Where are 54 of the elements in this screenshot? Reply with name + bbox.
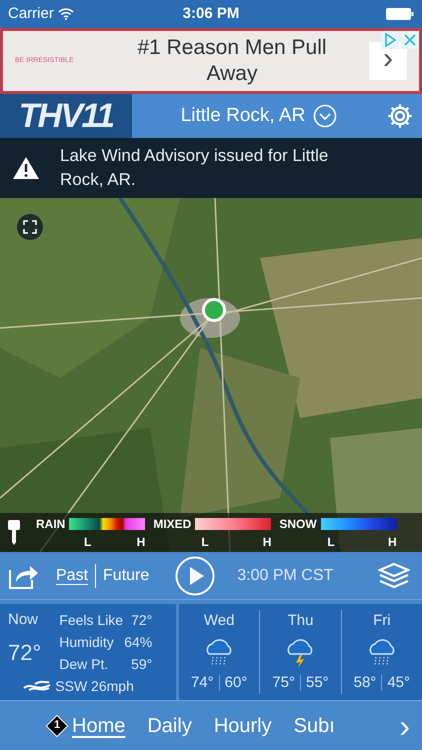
wifi-icon <box>58 8 74 20</box>
location-selector[interactable]: Little Rock, AR <box>132 102 386 130</box>
chevron-down-icon <box>313 104 338 128</box>
detail-label: Feels Like <box>59 611 124 630</box>
legend-label: RAIN <box>36 516 66 532</box>
expand-icon[interactable] <box>17 214 43 240</box>
wind-speed: SSW 26mph <box>55 677 134 696</box>
high-temp: 58° <box>354 672 376 692</box>
nav-tab[interactable]: Hourly <box>214 710 272 740</box>
day-label: Fri <box>373 611 391 631</box>
battery-icon <box>386 8 414 20</box>
ad-headline: #1 Reason Men Pull Away <box>136 35 328 87</box>
logo: THV11 <box>0 94 132 138</box>
mode-tab[interactable]: Future <box>103 564 150 588</box>
low-label: L <box>327 534 335 550</box>
now-label: Now <box>8 610 40 630</box>
frame-time: 3:00 PM CST <box>237 566 334 586</box>
detail-value: 64% <box>124 633 152 652</box>
low-label: L <box>201 534 209 550</box>
current-temp: 72° <box>8 638 42 666</box>
warning-icon <box>12 156 40 180</box>
low-label: L <box>84 534 92 550</box>
low-temp: 45° <box>387 672 410 692</box>
mode-tab[interactable]: Past <box>56 564 88 588</box>
high-temp: 75° <box>272 672 295 692</box>
legend-label: SNOW <box>279 516 317 532</box>
ad-choices-icon[interactable] <box>381 31 399 49</box>
legend-label: MIXED <box>153 516 192 532</box>
high-label: H <box>388 534 397 550</box>
high-label: H <box>136 534 146 550</box>
notification-badge: 1 <box>46 714 68 736</box>
low-temp: 60° <box>224 672 248 692</box>
high-temp: 74° <box>190 672 214 692</box>
nav-tab[interactable]: Daily <box>147 710 192 740</box>
day-label: Wed <box>204 611 234 631</box>
play-icon[interactable] <box>175 556 216 596</box>
carrier-label: Carrier <box>8 4 54 24</box>
detail-label: Humidity <box>59 633 114 652</box>
nav-tab[interactable]: Home <box>72 710 126 740</box>
detail-label: Dew Pt. <box>59 655 108 674</box>
detail-value: 59° <box>131 655 152 674</box>
close-icon[interactable] <box>401 31 419 49</box>
layers-icon[interactable] <box>378 562 410 590</box>
day-label: Thu <box>288 611 314 631</box>
settings-icon[interactable] <box>386 102 414 130</box>
low-temp: 55° <box>306 672 329 692</box>
nav-tab[interactable]: Subı <box>294 710 335 740</box>
nav-more-arrow[interactable]: › <box>399 710 410 742</box>
high-label: H <box>262 534 272 550</box>
location-marker-icon <box>201 297 227 323</box>
detail-value: 72° <box>131 611 152 630</box>
key-icon[interactable] <box>8 520 20 546</box>
wind-icon <box>23 680 52 692</box>
clock: 3:06 PM <box>182 4 240 24</box>
